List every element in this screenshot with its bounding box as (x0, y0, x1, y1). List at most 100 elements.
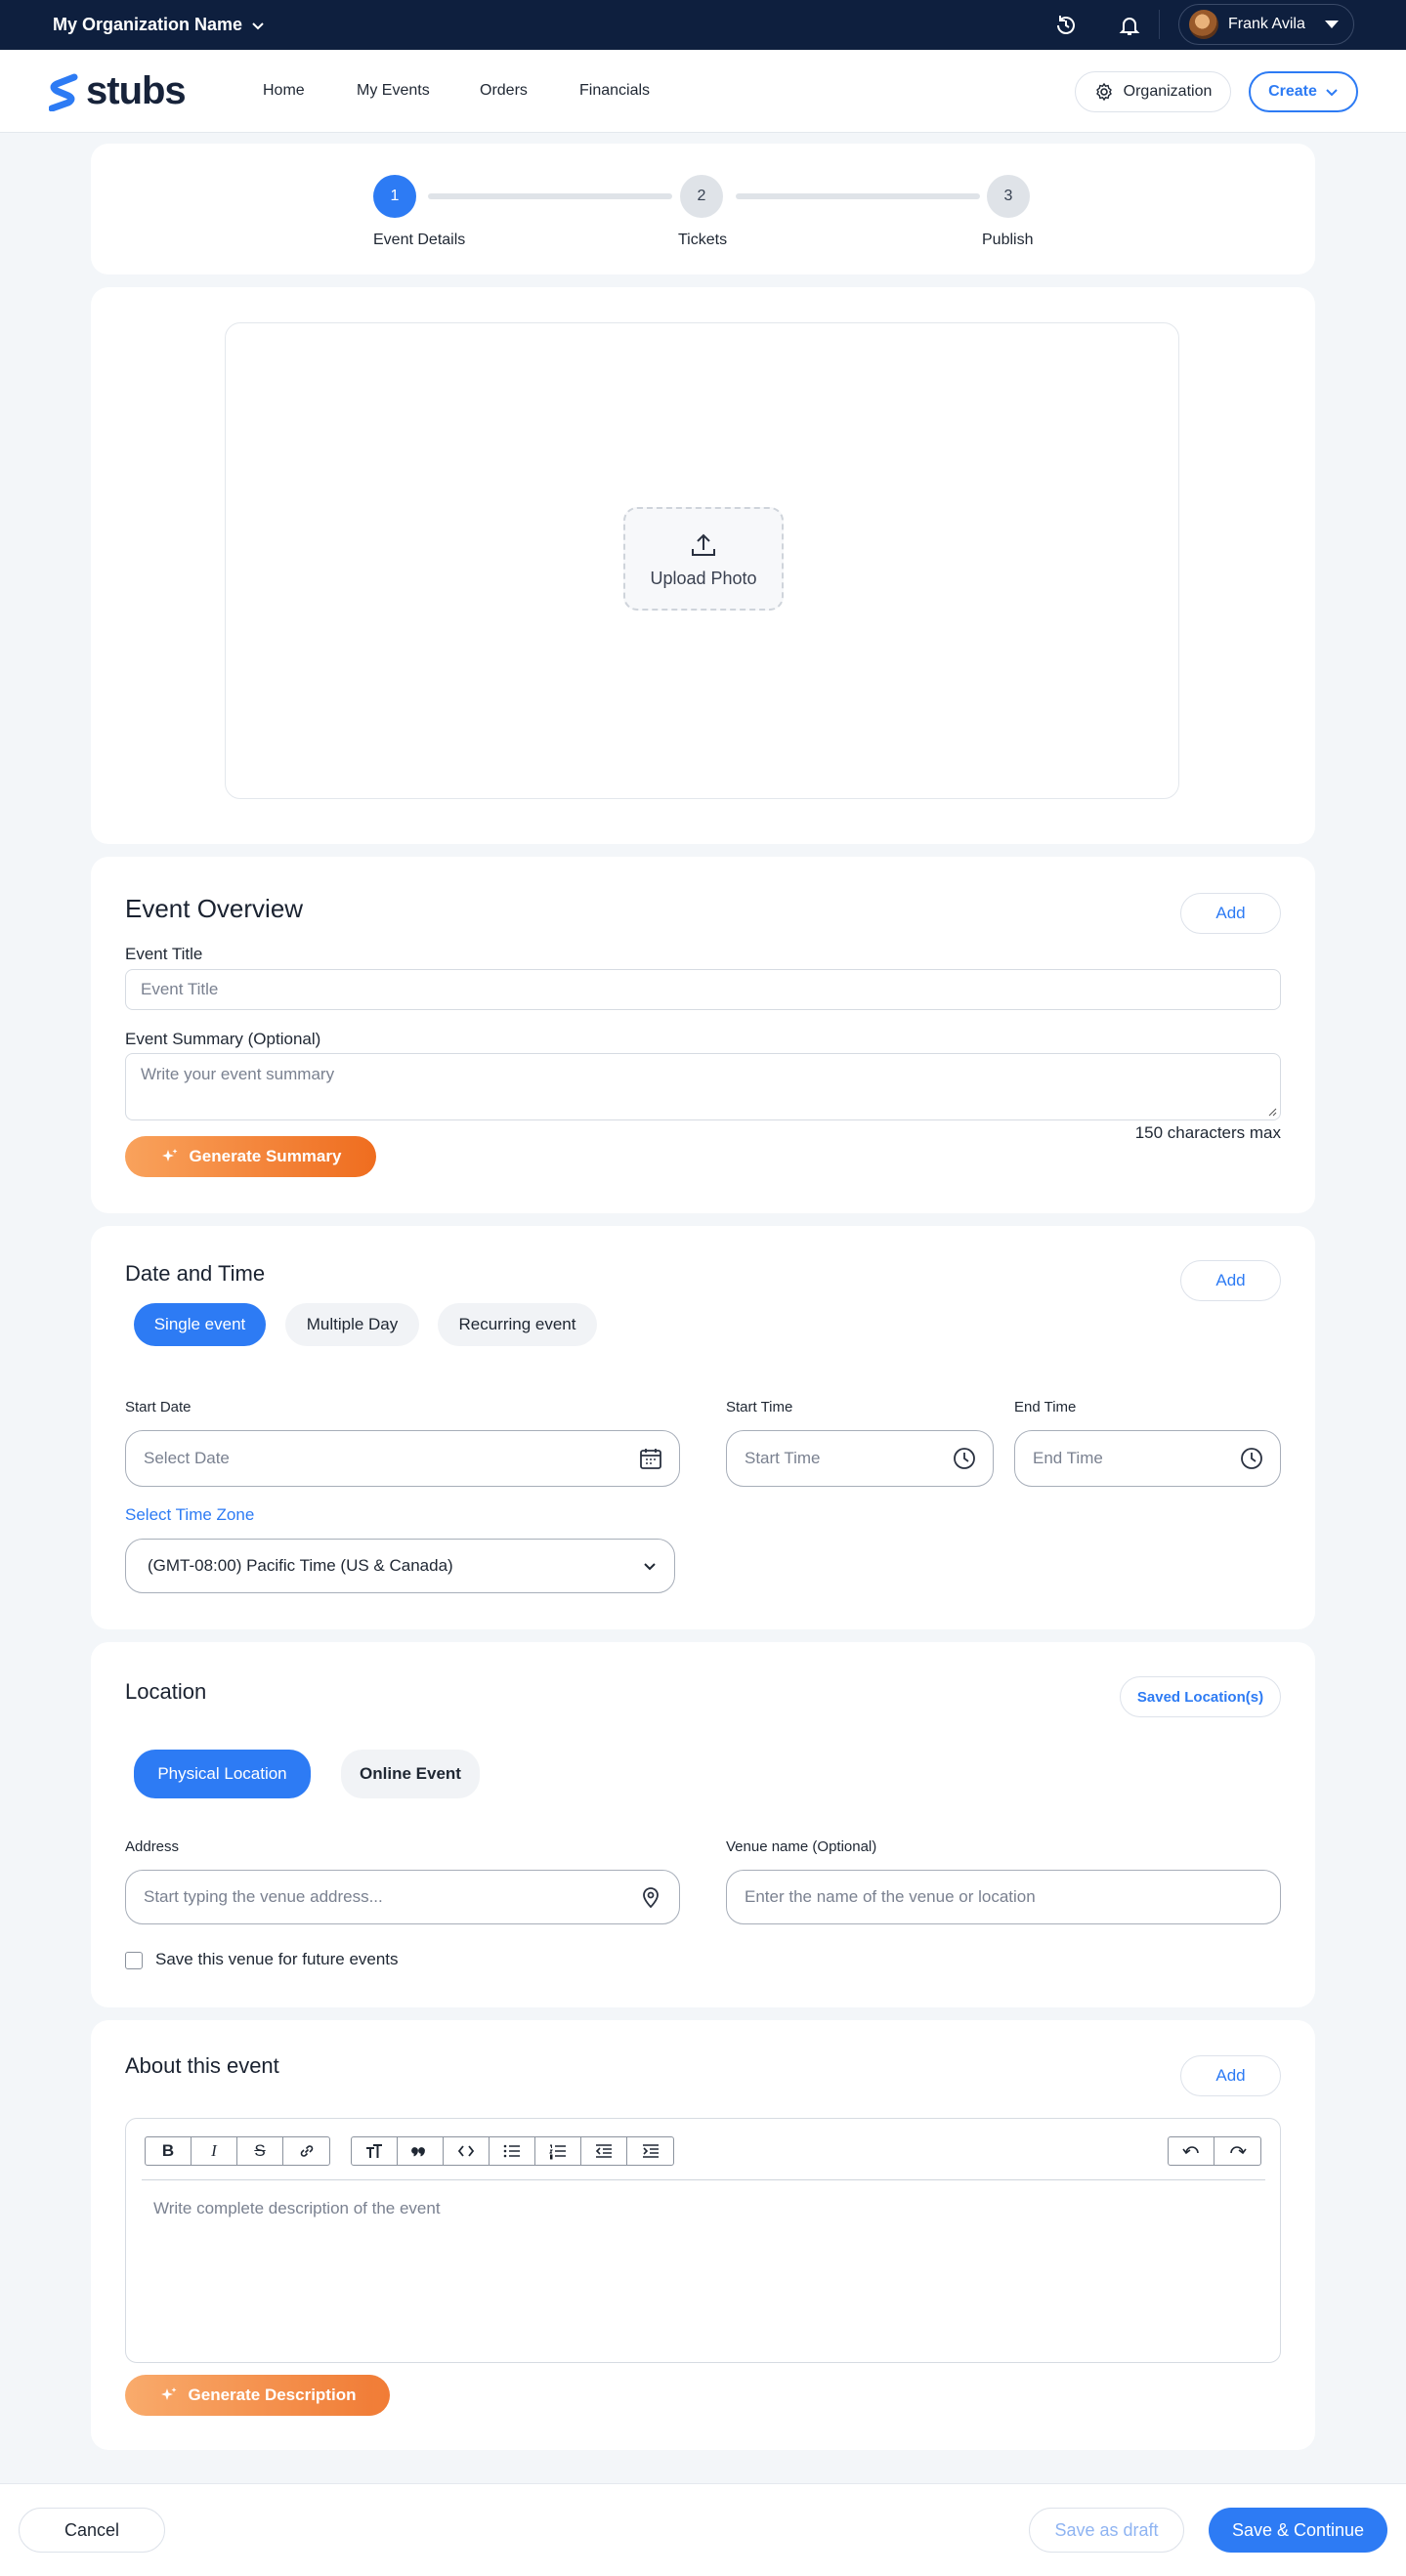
avatar (1189, 10, 1218, 39)
organization-button[interactable]: Organization (1075, 71, 1231, 112)
quote-icon (411, 2147, 425, 2157)
event-title-input[interactable]: Event Title (125, 969, 1281, 1010)
about-card: About this event Add B I S Write complet… (91, 2020, 1315, 2450)
event-overview-title: Event Overview (125, 894, 304, 923)
save-venue-checkbox[interactable] (125, 1952, 143, 1969)
upload-card: Upload Photo (91, 287, 1315, 844)
step-1-circle[interactable]: 1 (373, 175, 416, 218)
nav-link-financials[interactable]: Financials (579, 82, 650, 100)
venue-label: Venue name (Optional) (726, 1838, 877, 1855)
event-summary-textarea[interactable]: Write your event summary (125, 1053, 1281, 1120)
save-continue-button[interactable]: Save & Continue (1209, 2508, 1387, 2553)
save-draft-button[interactable]: Save as draft (1029, 2508, 1184, 2553)
date-time-add-button[interactable]: Add (1180, 1260, 1281, 1301)
cancel-button[interactable]: Cancel (19, 2508, 165, 2553)
start-time-input[interactable]: Start Time (726, 1430, 994, 1487)
save-venue-label: Save this venue for future events (155, 1950, 399, 1968)
calendar-icon[interactable] (638, 1446, 663, 1471)
tab-recurring-event[interactable]: Recurring event (438, 1303, 597, 1346)
indent-button[interactable] (627, 2137, 673, 2165)
divider (1159, 10, 1160, 39)
start-date-placeholder: Select Date (144, 1449, 230, 1467)
resize-handle-icon[interactable] (1267, 1107, 1277, 1117)
end-time-placeholder: End Time (1033, 1449, 1103, 1467)
start-date-input[interactable]: Select Date (125, 1430, 680, 1487)
upload-photo-label: Upload Photo (650, 568, 757, 588)
clock-icon[interactable] (952, 1446, 977, 1471)
nav-link-home[interactable]: Home (263, 82, 357, 100)
create-button[interactable]: Create (1249, 71, 1358, 112)
saved-locations-button[interactable]: Saved Location(s) (1120, 1676, 1281, 1717)
organization-label: Organization (1123, 83, 1213, 100)
numbered-list-icon (549, 2144, 566, 2160)
generate-summary-button[interactable]: Generate Summary (125, 1136, 376, 1177)
description-editor[interactable]: B I S Write complete description of the … (125, 2118, 1281, 2363)
start-time-label: Start Time (726, 1399, 793, 1415)
tab-online-event[interactable]: Online Event (341, 1750, 480, 1798)
end-time-input[interactable]: End Time (1014, 1430, 1281, 1487)
org-switcher[interactable]: My Organization Name (53, 15, 266, 35)
clock-icon[interactable] (1239, 1446, 1264, 1471)
link-button[interactable] (283, 2137, 329, 2165)
strikethrough-button[interactable]: S (237, 2137, 283, 2165)
footer-action-bar: Cancel Save as draft Save & Continue (0, 2483, 1406, 2576)
about-title: About this event (125, 2053, 279, 2078)
overview-add-button[interactable]: Add (1180, 893, 1281, 934)
timezone-value: (GMT-08:00) Pacific Time (US & Canada) (148, 1556, 453, 1575)
undo-icon (1182, 2146, 1199, 2155)
nav-link-my-events[interactable]: My Events (357, 82, 480, 100)
bell-icon[interactable] (1117, 13, 1142, 38)
nav-link-orders[interactable]: Orders (480, 82, 579, 100)
tab-multiple-day[interactable]: Multiple Day (285, 1303, 419, 1346)
history-toolbar-group (1168, 2136, 1261, 2166)
location-title: Location (125, 1679, 207, 1704)
numbered-list-button[interactable] (535, 2137, 581, 2165)
address-input[interactable]: Start typing the venue address... (125, 1870, 680, 1924)
step-1-label: Event Details (373, 232, 466, 248)
venue-name-input[interactable]: Enter the name of the venue or location (726, 1870, 1281, 1924)
blockquote-button[interactable] (398, 2137, 444, 2165)
end-time-label: End Time (1014, 1399, 1077, 1415)
bullet-list-button[interactable] (490, 2137, 535, 2165)
generate-description-button[interactable]: Generate Description (125, 2375, 390, 2416)
tab-physical-location[interactable]: Physical Location (134, 1750, 311, 1798)
timezone-label: Select Time Zone (125, 1505, 255, 1524)
code-button[interactable] (444, 2137, 490, 2165)
outdent-icon (595, 2144, 612, 2158)
link-icon (300, 2145, 313, 2157)
bullet-list-icon (503, 2144, 520, 2158)
logo[interactable]: stubs (49, 69, 187, 113)
user-name: Frank Avila (1228, 16, 1305, 32)
upload-icon (692, 533, 715, 556)
top-bar: My Organization Name Frank Avila (0, 0, 1406, 50)
about-add-button[interactable]: Add (1180, 2055, 1281, 2096)
user-menu[interactable]: Frank Avila (1178, 4, 1354, 45)
address-label: Address (125, 1838, 180, 1855)
tab-single-event[interactable]: Single event (134, 1303, 266, 1346)
heading-button[interactable] (352, 2137, 398, 2165)
start-date-label: Start Date (125, 1399, 192, 1415)
chevron-down-icon (252, 21, 264, 29)
redo-button[interactable] (1214, 2137, 1260, 2165)
step-3-circle[interactable]: 3 (987, 175, 1030, 218)
outdent-button[interactable] (581, 2137, 627, 2165)
create-label: Create (1268, 83, 1317, 100)
nav-bar: stubs Home My Events Orders Financials O… (0, 50, 1406, 133)
photo-drop-zone[interactable]: Upload Photo (225, 322, 1179, 799)
block-toolbar-group (351, 2136, 674, 2166)
sparkles-icon (161, 1149, 178, 1161)
map-pin-icon (643, 1887, 659, 1909)
generate-summary-label: Generate Summary (189, 1147, 342, 1165)
timezone-select[interactable]: (GMT-08:00) Pacific Time (US & Canada) (125, 1539, 675, 1593)
chevron-down-icon (644, 1563, 656, 1571)
history-icon[interactable] (1053, 13, 1079, 38)
undo-button[interactable] (1169, 2137, 1214, 2165)
step-2-circle[interactable]: 2 (680, 175, 723, 218)
indent-icon (642, 2144, 659, 2158)
step-connector (736, 193, 980, 199)
location-card: Location Saved Location(s) Physical Loca… (91, 1642, 1315, 2007)
upload-photo-button[interactable]: Upload Photo (623, 507, 784, 611)
italic-button[interactable]: I (192, 2137, 237, 2165)
org-name: My Organization Name (53, 15, 243, 34)
bold-button[interactable]: B (146, 2137, 192, 2165)
